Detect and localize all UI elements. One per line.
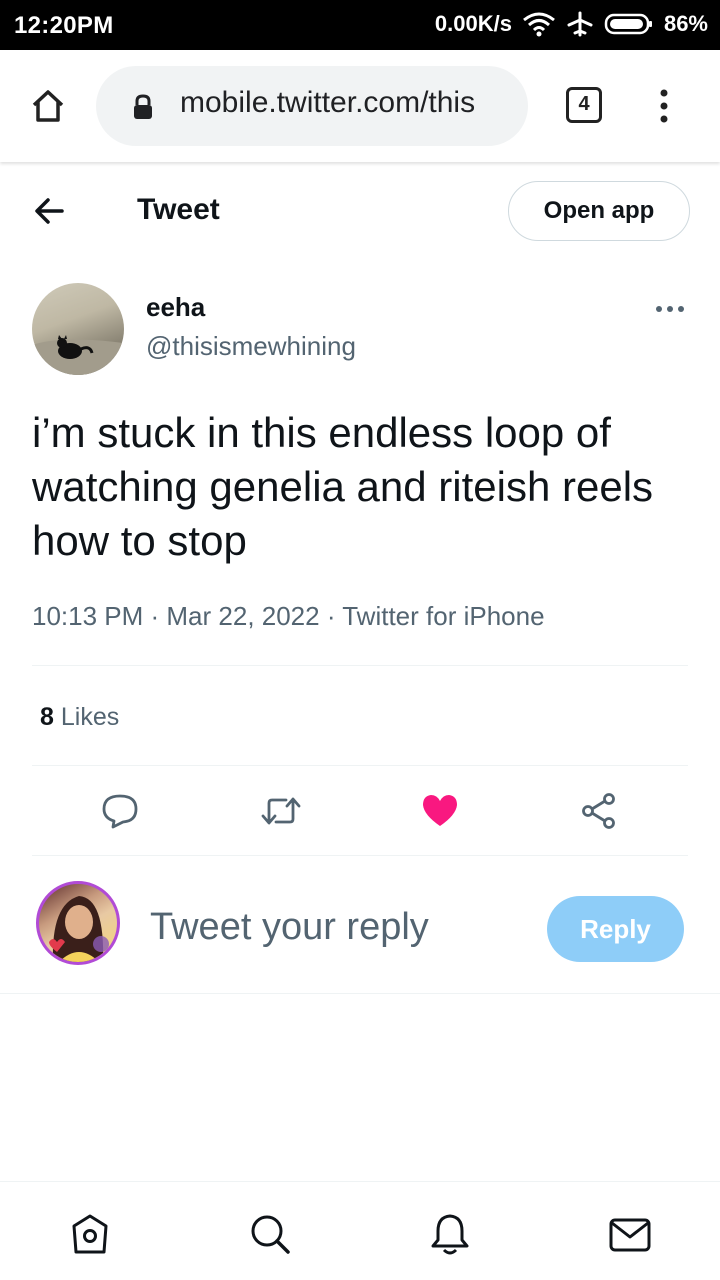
battery-icon	[604, 12, 654, 36]
bottom-nav	[0, 1181, 720, 1280]
status-icons: 0.00K/s 86%	[435, 11, 708, 37]
address-bar[interactable]: mobile.twitter.com/this	[96, 66, 528, 146]
status-bar: 12:20PM 0.00K/s 86%	[0, 0, 720, 50]
home-icon[interactable]	[68, 1212, 112, 1256]
reply-icon[interactable]	[101, 792, 139, 830]
tweet-timestamp[interactable]: 10:13 PM · Mar 22, 2022 · Twitter for iP…	[32, 601, 545, 632]
notifications-icon[interactable]	[428, 1212, 472, 1256]
tab-switcher-button[interactable]: 4	[566, 87, 602, 123]
url-text: mobile.twitter.com/this	[180, 86, 476, 119]
author-avatar[interactable]	[32, 283, 124, 375]
retweet-icon[interactable]	[260, 792, 302, 830]
likes-label: Likes	[60, 703, 120, 731]
wifi-icon	[522, 11, 556, 37]
page-title: Tweet	[137, 193, 220, 226]
author-name[interactable]: eeha	[146, 292, 205, 323]
overflow-menu-icon[interactable]	[654, 88, 674, 124]
divider	[0, 993, 720, 994]
browser-toolbar: mobile.twitter.com/this 4	[0, 50, 720, 162]
back-arrow-icon[interactable]	[32, 194, 68, 228]
tweet-text: i’m stuck in this endless loop of watchi…	[32, 409, 654, 564]
reply-input[interactable]: Tweet your reply	[150, 906, 429, 949]
open-app-button[interactable]: Open app	[508, 181, 690, 241]
share-icon[interactable]	[580, 792, 618, 830]
like-icon[interactable]	[421, 792, 459, 830]
home-icon[interactable]	[28, 86, 68, 126]
likes-stat[interactable]: 8 Likes	[40, 703, 119, 732]
author-handle[interactable]: @thisismewhining	[146, 331, 356, 362]
airplane-icon	[566, 11, 594, 37]
divider	[32, 665, 688, 666]
status-time: 12:20PM	[14, 12, 114, 39]
divider	[32, 765, 688, 766]
user-avatar[interactable]	[36, 881, 120, 965]
network-speed: 0.00K/s	[434, 11, 512, 36]
search-icon[interactable]	[248, 1212, 292, 1256]
lock-icon	[132, 94, 154, 120]
more-options-icon[interactable]	[654, 302, 686, 314]
reply-button[interactable]: Reply	[547, 896, 684, 962]
messages-icon[interactable]	[608, 1212, 652, 1256]
divider	[32, 855, 688, 856]
likes-count: 8	[40, 703, 54, 731]
battery-percent: 86%	[663, 11, 708, 36]
